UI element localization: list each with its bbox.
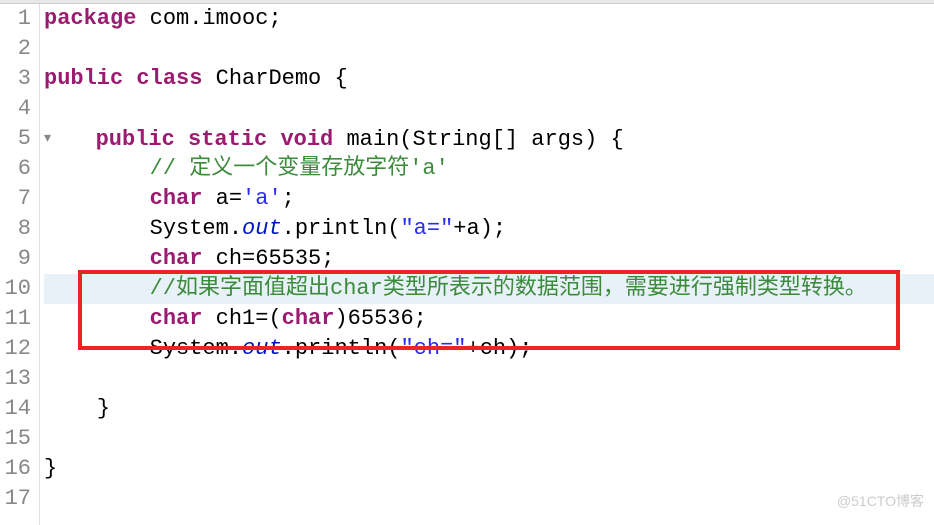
type-char: char — [150, 186, 203, 211]
line-number: 14 — [0, 394, 31, 424]
code-line[interactable] — [44, 424, 934, 454]
code-line[interactable]: System.out.println("ch="+ch); — [44, 334, 934, 364]
system-out: System. — [150, 336, 242, 361]
line-number: 8 — [0, 214, 31, 244]
cast-char: char — [282, 306, 335, 331]
expr-end: +a); — [453, 216, 506, 241]
keyword-public: public — [96, 127, 175, 152]
class-name: CharDemo — [202, 66, 334, 91]
line-number: 17 — [0, 484, 31, 514]
code-line[interactable]: ▾ public static void main(String[] args)… — [44, 124, 934, 154]
static-field-out: out — [242, 336, 282, 361]
brace: { — [611, 127, 624, 152]
line-number: 7 — [0, 184, 31, 214]
line-number: 6 — [0, 154, 31, 184]
package-name: com.imooc; — [136, 6, 281, 31]
var-decl: a= — [202, 186, 242, 211]
keyword-void: void — [267, 127, 333, 152]
var-decl: ch1=( — [202, 306, 281, 331]
line-number: 1 — [0, 4, 31, 34]
keyword-public: public — [44, 66, 123, 91]
static-field-out: out — [242, 216, 282, 241]
code-editor: 1 2 3 4 5 6 7 8 9 10 11 12 13 14 15 16 1… — [0, 4, 934, 525]
keyword-static: static — [175, 127, 267, 152]
line-number: 2 — [0, 34, 31, 64]
line-number: 12 — [0, 334, 31, 364]
code-line[interactable]: char ch1=(char)65536; — [44, 304, 934, 334]
code-line[interactable]: System.out.println("a="+a); — [44, 214, 934, 244]
code-content-area[interactable]: package com.imooc; public class CharDemo… — [40, 4, 934, 525]
code-line[interactable] — [44, 34, 934, 64]
code-line[interactable]: public class CharDemo { — [44, 64, 934, 94]
line-number: 4 — [0, 94, 31, 124]
semicolon: ; — [282, 186, 295, 211]
println-call: .println( — [282, 336, 401, 361]
code-line[interactable] — [44, 364, 934, 394]
expr-end: +ch); — [467, 336, 533, 361]
type-char: char — [150, 246, 203, 271]
string-literal: "ch=" — [400, 336, 466, 361]
line-number: 16 — [0, 454, 31, 484]
type-char: char — [150, 306, 203, 331]
line-number: 10 — [0, 274, 31, 304]
code-line[interactable]: char a='a'; — [44, 184, 934, 214]
line-number-gutter: 1 2 3 4 5 6 7 8 9 10 11 12 13 14 15 16 1… — [0, 4, 40, 525]
string-literal: "a=" — [400, 216, 453, 241]
comment-text: //如果字面值超出char类型所表示的数据范围，需要进行强制类型转换。 — [150, 276, 867, 301]
line-number: 3 — [0, 64, 31, 94]
line-number: 13 — [0, 364, 31, 394]
system-out: System. — [150, 216, 242, 241]
println-call: .println( — [282, 216, 401, 241]
fold-marker-icon[interactable]: ▾ — [44, 124, 56, 154]
line-number: 5 — [0, 124, 31, 154]
code-line[interactable]: } — [44, 454, 934, 484]
code-line-highlighted[interactable]: //如果字面值超出char类型所表示的数据范围，需要进行强制类型转换。 — [44, 274, 934, 304]
keyword-package: package — [44, 6, 136, 31]
line-number: 9 — [0, 244, 31, 274]
brace-close: } — [97, 396, 110, 421]
line-number: 15 — [0, 424, 31, 454]
code-line[interactable] — [44, 94, 934, 124]
watermark-text: @51CTO博客 — [837, 491, 924, 511]
code-line[interactable]: package com.imooc; — [44, 4, 934, 34]
method-signature: main(String[] args) — [333, 127, 610, 152]
cast-value: )65536; — [334, 306, 426, 331]
brace-close: } — [44, 456, 57, 481]
comment-text: // 定义一个变量存放字符'a' — [150, 156, 449, 181]
line-number: 11 — [0, 304, 31, 334]
var-decl: ch=65535; — [202, 246, 334, 271]
code-line[interactable]: char ch=65535; — [44, 244, 934, 274]
keyword-class: class — [123, 66, 202, 91]
char-literal: 'a' — [242, 186, 282, 211]
code-line[interactable]: } — [44, 394, 934, 424]
brace: { — [334, 66, 347, 91]
code-line[interactable]: // 定义一个变量存放字符'a' — [44, 154, 934, 184]
